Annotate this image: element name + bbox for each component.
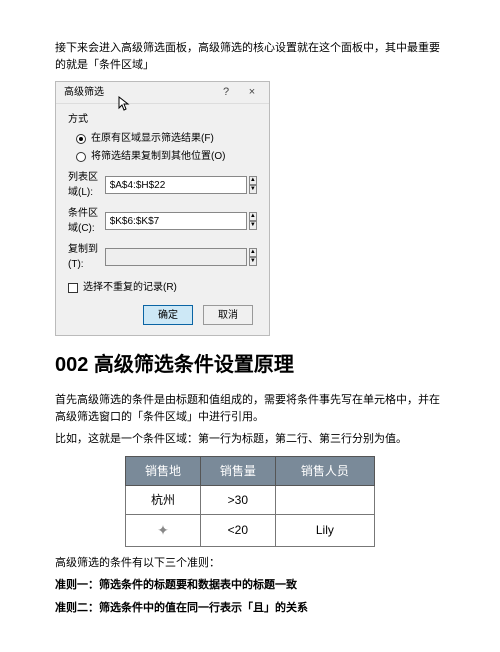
- range-picker-button: ▲▼: [249, 248, 257, 266]
- cell: [275, 485, 374, 514]
- cancel-button[interactable]: 取消: [203, 305, 253, 325]
- th-area: 销售地: [126, 456, 201, 485]
- table-row: 杭州 >30: [126, 485, 375, 514]
- rule-2: 准则二：筛选条件中的值在同一行表示「且」的关系: [55, 600, 445, 617]
- range-picker-button[interactable]: ▲▼: [249, 176, 257, 194]
- advanced-filter-dialog: 高级筛选 ? × 方式 在原有区域显示筛选结果(F) 将筛选结果复制到其他位置(…: [55, 81, 270, 336]
- checkbox-label: 选择不重复的记录(R): [83, 280, 177, 295]
- intro-text: 接下来会进入高级筛选面板，高级筛选的核心设置就在这个面板中，其中最重要的就是「条…: [55, 40, 445, 73]
- ok-button[interactable]: 确定: [143, 305, 193, 325]
- rule-1: 准则一：筛选条件的标题要和数据表中的标题一致: [55, 577, 445, 594]
- criteria-range-label: 条件区域(C):: [68, 206, 105, 236]
- th-volume: 销售量: [200, 456, 275, 485]
- copy-to-label: 复制到(T):: [68, 242, 105, 272]
- section-heading: 002 高级筛选条件设置原理: [55, 350, 445, 380]
- close-button[interactable]: ×: [239, 84, 265, 102]
- paragraph-3: 高级筛选的条件有以下三个准则：: [55, 555, 445, 572]
- paragraph-2: 比如，这就是一个条件区域：第一行为标题，第二行、第三行分别为值。: [55, 431, 445, 448]
- cell: Lily: [275, 514, 374, 546]
- plus-icon: ✦: [157, 522, 169, 538]
- copy-to-input: [105, 248, 247, 266]
- dialog-title: 高级筛选: [64, 85, 213, 100]
- th-person: 销售人员: [275, 456, 374, 485]
- checkbox-icon: [68, 283, 78, 293]
- radio-label: 将筛选结果复制到其他位置(O): [91, 149, 225, 164]
- cell: <20: [200, 514, 275, 546]
- criteria-range-input[interactable]: [105, 212, 247, 230]
- list-range-label: 列表区域(L):: [68, 170, 105, 200]
- radio-show-in-place[interactable]: 在原有区域显示筛选结果(F): [76, 131, 257, 146]
- radio-icon: [76, 152, 86, 162]
- cell: ✦: [126, 514, 201, 546]
- radio-label: 在原有区域显示筛选结果(F): [91, 131, 214, 146]
- cursor-icon: [118, 96, 130, 117]
- radio-copy-other[interactable]: 将筛选结果复制到其他位置(O): [76, 149, 257, 164]
- paragraph-1: 首先高级筛选的条件是由标题和值组成的，需要将条件事先写在单元格中，并在高级筛选窗…: [55, 392, 445, 425]
- dialog-titlebar: 高级筛选 ? ×: [56, 82, 269, 104]
- help-button[interactable]: ?: [213, 84, 239, 102]
- list-range-input[interactable]: [105, 176, 247, 194]
- radio-icon: [76, 134, 86, 144]
- range-picker-button[interactable]: ▲▼: [249, 212, 257, 230]
- condition-table: 销售地 销售量 销售人员 杭州 >30 ✦ <20 Lily: [125, 456, 375, 547]
- method-group-label: 方式: [68, 112, 257, 127]
- cell: >30: [200, 485, 275, 514]
- table-row: ✦ <20 Lily: [126, 514, 375, 546]
- cell: 杭州: [126, 485, 201, 514]
- unique-records-checkbox[interactable]: 选择不重复的记录(R): [68, 280, 257, 295]
